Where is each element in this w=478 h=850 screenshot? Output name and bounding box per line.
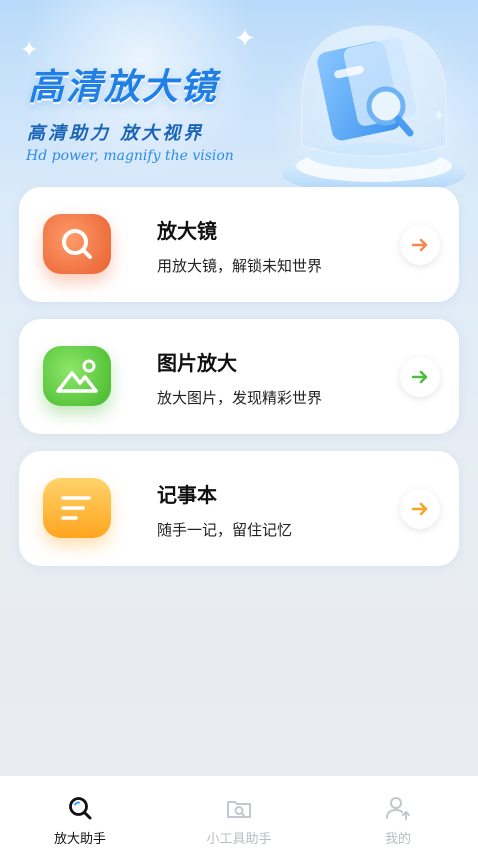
image-icon (43, 346, 111, 406)
note-icon (43, 478, 111, 538)
card-title: 图片放大 (157, 351, 237, 375)
arrow-right-icon (411, 238, 428, 252)
arrow-right-button[interactable] (400, 357, 440, 397)
notebook-card[interactable]: 记事本 随手一记，留住记忆 (19, 451, 459, 566)
tab-label: 小工具助手 (206, 832, 272, 847)
magnifier-card[interactable]: 放大镜 用放大镜，解锁未知世界 (19, 187, 459, 302)
camera-folder-icon (227, 801, 251, 818)
arrow-right-icon (411, 502, 428, 516)
card-title: 放大镜 (157, 219, 217, 243)
tab-tools-assistant[interactable]: 小工具助手 (179, 776, 299, 850)
bottom-tab-bar: 放大助手 小工具助手 我的 (0, 776, 478, 850)
tab-label: 放大助手 (53, 832, 106, 847)
card-description: 随手一记，留住记忆 (157, 521, 293, 539)
card-description: 用放大镜，解锁未知世界 (157, 257, 323, 275)
tab-label: 我的 (384, 832, 411, 847)
hero-subtitle: 高清助力 放大视界 (27, 123, 205, 144)
user-icon (386, 797, 410, 820)
hero-tagline: Hd power, magnify the vision (26, 148, 234, 164)
card-description: 放大图片，发现精彩世界 (157, 389, 323, 407)
arrow-right-icon (411, 370, 428, 384)
hero-banner: ✦ ✦ ✦ 高清放大镜 高清助力 放大视界 Hd power, magnify … (0, 0, 478, 200)
tab-magnifier-assistant[interactable]: 放大助手 (20, 776, 140, 850)
sparkle-icon: ✦ (234, 24, 256, 54)
search-icon (69, 797, 92, 820)
magnifier-illustration (282, 25, 466, 194)
magnifier-icon (43, 214, 111, 274)
image-zoom-card[interactable]: 图片放大 放大图片，发现精彩世界 (19, 319, 459, 434)
tab-mine[interactable]: 我的 (338, 776, 458, 850)
card-title: 记事本 (157, 483, 217, 507)
arrow-right-button[interactable] (400, 225, 440, 265)
app-title: 高清放大镜 (28, 67, 219, 108)
arrow-right-button[interactable] (400, 489, 440, 529)
